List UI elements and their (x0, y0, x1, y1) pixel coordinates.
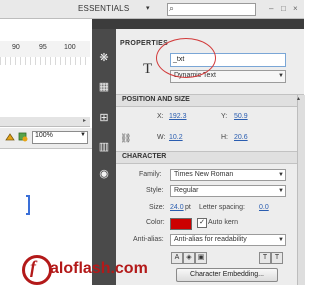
highlight-ellipse (156, 38, 216, 78)
chevron-down-icon[interactable]: ▼ (80, 132, 86, 138)
x-value[interactable]: 192.3 (169, 113, 187, 120)
anti-alias-label: Anti-alias: (133, 236, 164, 243)
show-border-icon[interactable]: ▣ (195, 252, 207, 264)
color-palette-icon[interactable]: ❋ (95, 50, 113, 66)
font-style-value: Regular (174, 187, 199, 194)
align-icon[interactable]: ⊞ (95, 110, 113, 126)
letter-spacing-label: Letter spacing: (199, 204, 245, 211)
search-input[interactable] (167, 3, 256, 16)
x-label: X: (157, 113, 164, 120)
w-value[interactable]: 10.2 (169, 134, 183, 141)
ruler-number: 90 (12, 44, 20, 51)
dock-header (92, 19, 116, 29)
y-label: Y: (221, 113, 228, 120)
panel-scrollbar[interactable] (297, 95, 305, 285)
zoom-value: 100% (35, 132, 53, 139)
minimize-icon[interactable]: – (269, 4, 273, 13)
chevron-down-icon[interactable]: ▼ (278, 188, 284, 194)
selectable-icon[interactable]: A (171, 252, 183, 264)
position-size-title[interactable]: POSITION AND SIZE (122, 96, 190, 103)
font-family-value: Times New Roman (174, 171, 234, 178)
family-label: Family: (139, 171, 162, 178)
text-color-swatch[interactable] (170, 218, 192, 230)
timeline-scrollbar[interactable] (0, 117, 90, 127)
color-label: Color: (146, 219, 165, 226)
link-dimensions-icon[interactable]: ⛓ (120, 133, 131, 144)
character-embedding-button[interactable]: Character Embedding... (176, 268, 278, 282)
style-label: Style: (146, 187, 164, 194)
motion-presets-icon[interactable]: ◉ (95, 166, 113, 182)
h-label: H: (221, 134, 228, 141)
size-value[interactable]: 24.0 (170, 204, 184, 211)
h-value[interactable]: 20.6 (234, 134, 248, 141)
scroll-up-icon[interactable]: ▴ (297, 95, 300, 102)
letter-spacing-value[interactable]: 0.0 (259, 204, 269, 211)
workspace-caret-icon[interactable]: ▾ (146, 4, 150, 12)
search-icon: ⌕ (169, 3, 175, 13)
ruler-number: 95 (39, 44, 47, 51)
restore-icon[interactable]: □ (281, 4, 286, 13)
workspace-switcher[interactable]: ESSENTIALS (78, 4, 129, 13)
character-title[interactable]: CHARACTER (122, 153, 166, 160)
chevron-down-icon[interactable]: ▼ (278, 73, 284, 79)
watermark-letter: f (30, 257, 36, 277)
swatches-icon[interactable]: ▦ (95, 79, 113, 95)
superscript-icon[interactable]: T (259, 252, 271, 264)
auto-kern-label: Auto kern (208, 219, 238, 226)
subscript-icon[interactable]: T (271, 252, 283, 264)
chevron-down-icon[interactable]: ▼ (278, 237, 284, 243)
library-icon[interactable]: ▥ (95, 139, 113, 155)
edit-scene-icon[interactable] (17, 131, 29, 143)
workspace-bar (0, 0, 304, 19)
size-label: Size: (149, 204, 165, 211)
ruler-number: 100 (64, 44, 76, 51)
auto-kern-checkbox[interactable]: ✓ (197, 218, 207, 228)
render-html-icon[interactable]: ◈ (183, 252, 195, 264)
watermark-text: aloflash.com (50, 260, 148, 277)
chevron-down-icon[interactable]: ▼ (278, 172, 284, 178)
text-tool-icon: T (143, 61, 153, 77)
y-value[interactable]: 50.9 (234, 113, 248, 120)
scroll-right-icon[interactable]: ▸ (83, 117, 86, 124)
edit-symbols-icon[interactable] (4, 131, 16, 143)
timeline-layers[interactable] (0, 65, 90, 118)
timeline-frames[interactable] (0, 57, 90, 65)
text-field-bounds[interactable] (26, 195, 30, 215)
panel-header (116, 19, 304, 29)
w-label: W: (157, 134, 166, 141)
watermark-logo (22, 255, 52, 285)
size-unit: pt (185, 204, 191, 211)
anti-alias-value: Anti-alias for readability (174, 236, 247, 243)
close-icon[interactable]: × (293, 4, 298, 13)
